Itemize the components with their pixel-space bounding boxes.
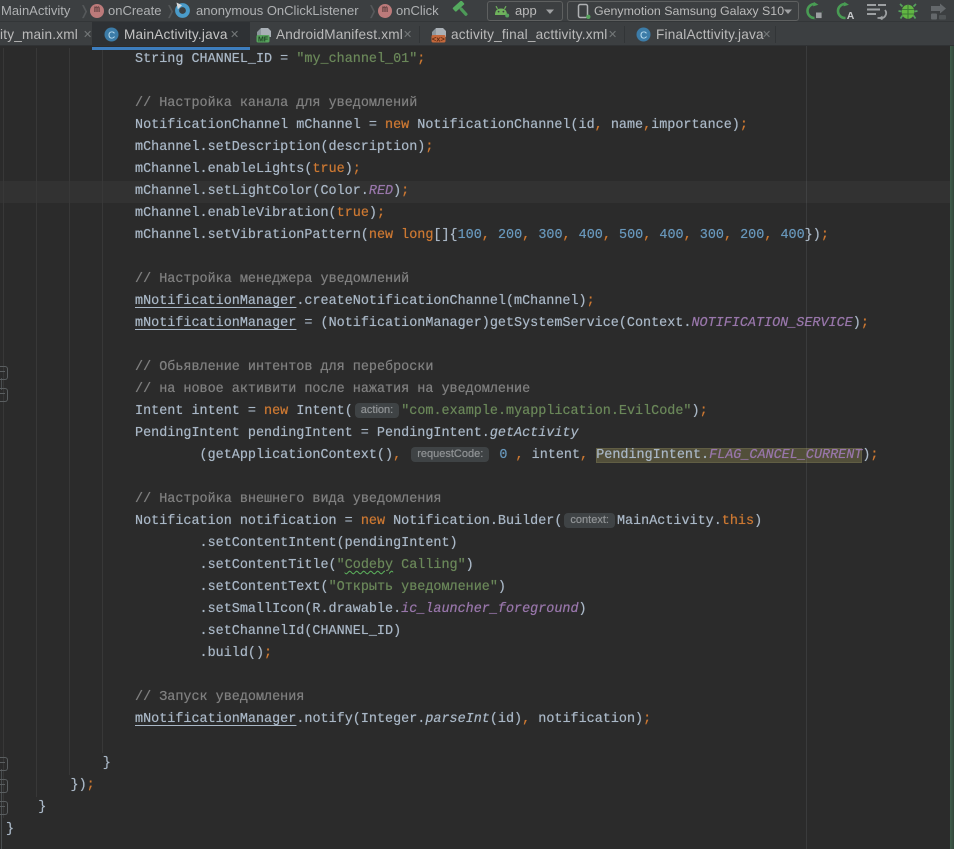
- svg-text:C: C: [108, 30, 115, 41]
- svg-text:<x>: <x>: [432, 34, 446, 43]
- svg-text:C: C: [640, 30, 647, 41]
- svg-text:MF: MF: [258, 36, 269, 43]
- svg-text:A: A: [847, 10, 855, 20]
